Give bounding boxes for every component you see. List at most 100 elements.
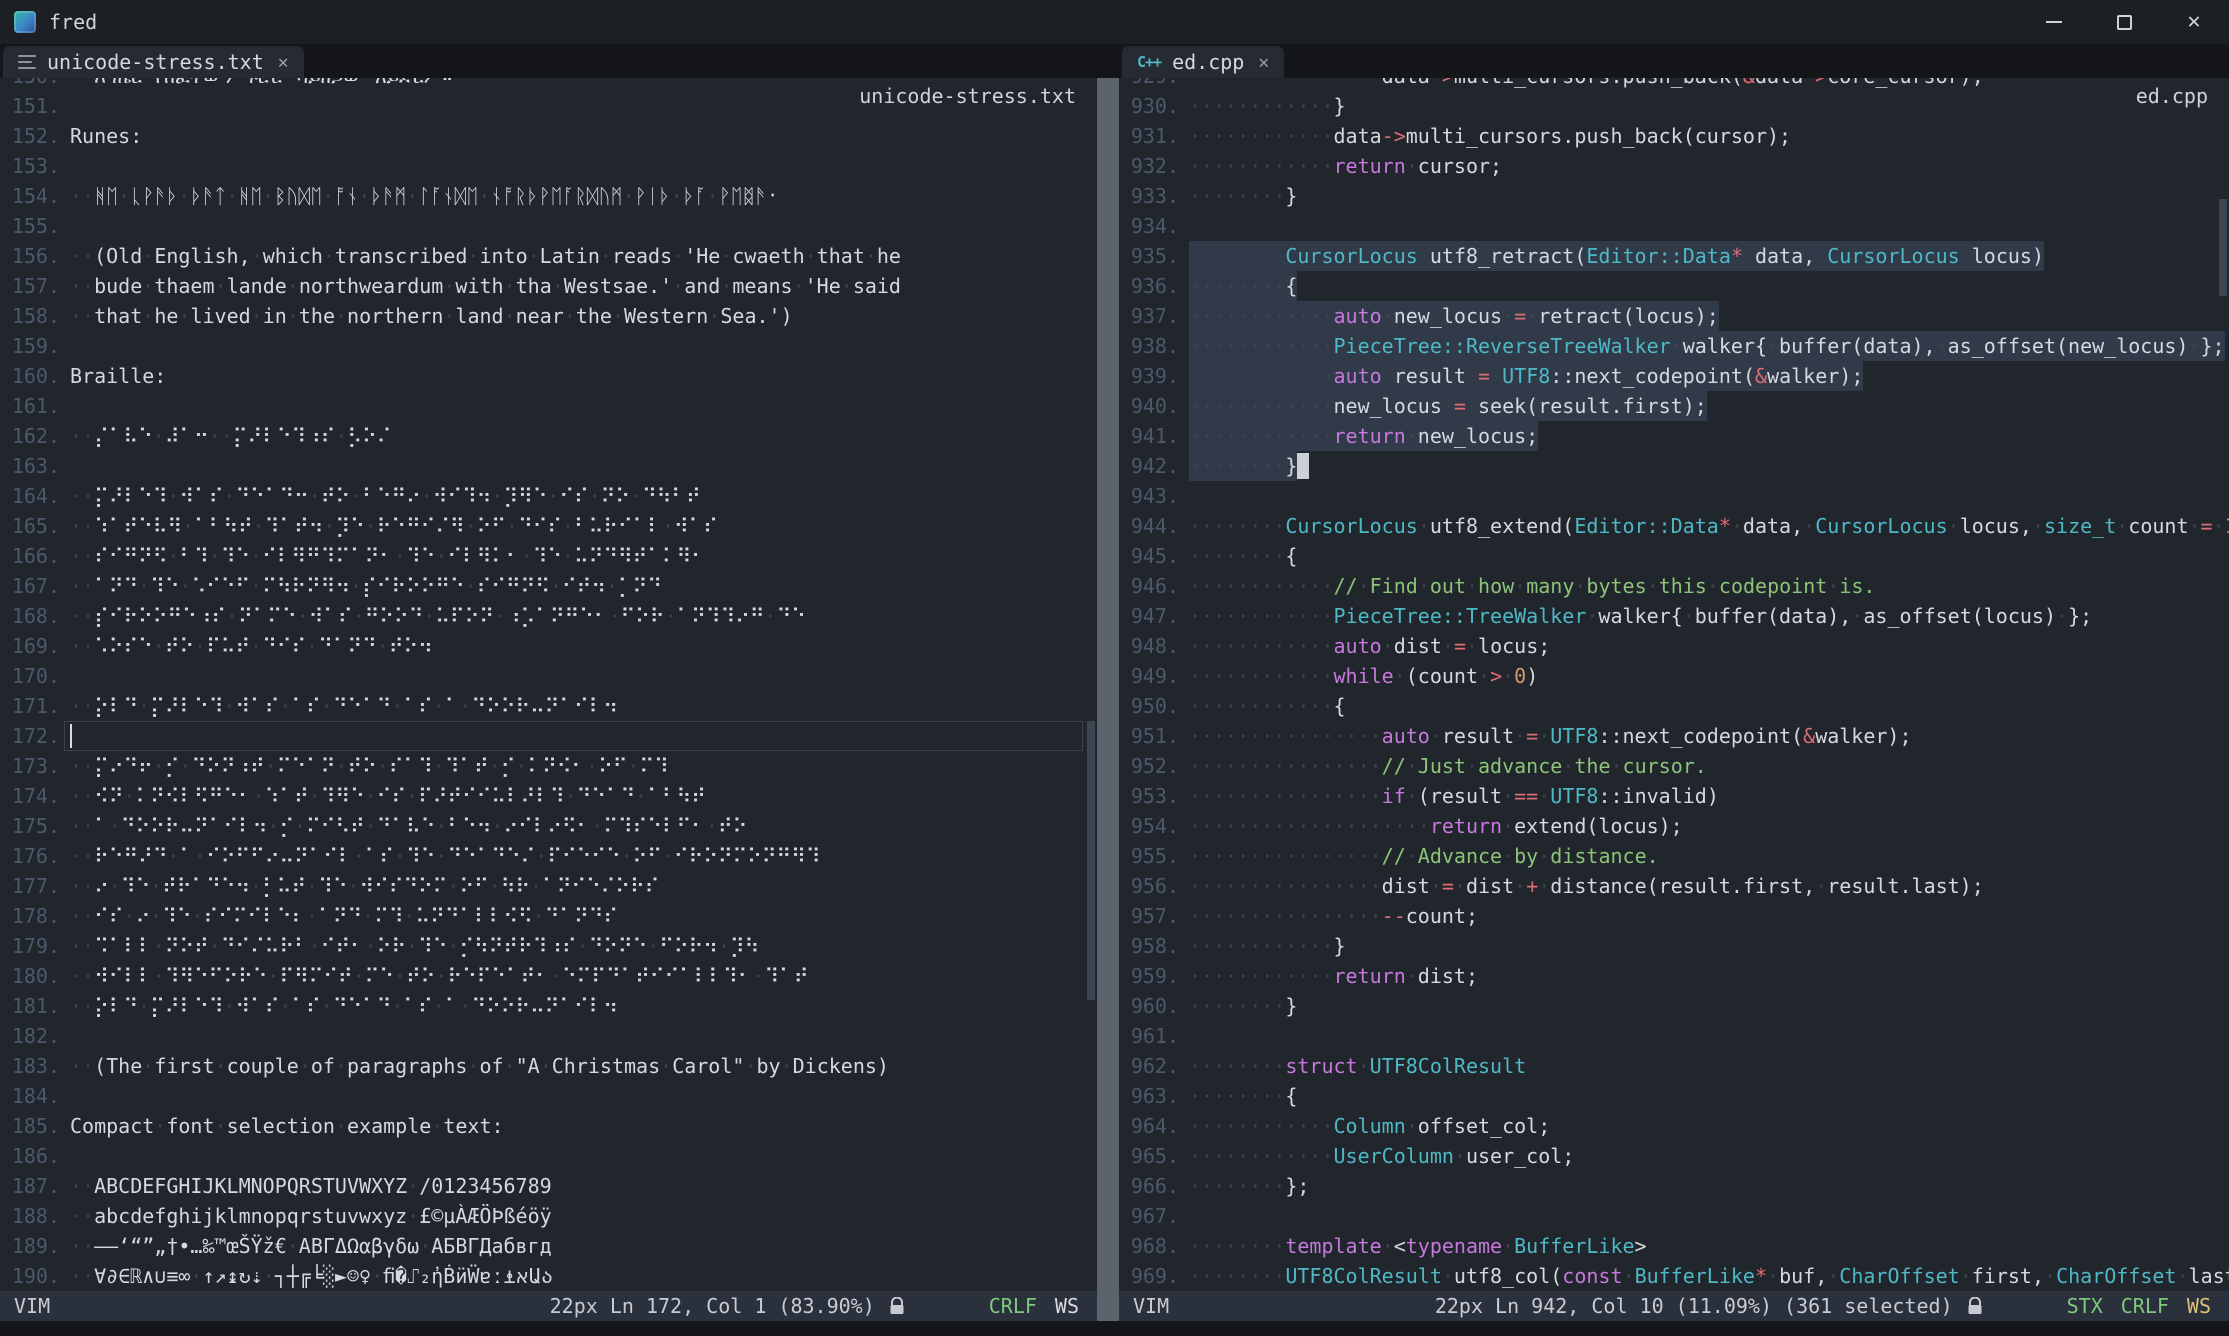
code-line-930[interactable]: 930.············} (1119, 91, 2229, 121)
code-line-944[interactable]: 944.········CursorLocus·utf8_extend(Edit… (1119, 511, 2229, 541)
code-line-158[interactable]: 158.··that·he·lived·in·the·northern·land… (0, 301, 1097, 331)
lock-icon[interactable] (889, 1297, 905, 1316)
code-line-154[interactable]: 154.··ᚻᛖ·ᚳᚹᚫᚦ·ᚦᚫᛏ·ᚻᛖ·ᛒᚢᛞᛖ·ᚩᚾ·ᚦᚫᛗ·ᛚᚪᚾᛞᛖ·ᚾ… (0, 181, 1097, 211)
close-button[interactable]: ✕ (2159, 0, 2229, 44)
code-line-164[interactable]: 164.··⡍⠜⠇⠑⠹·⠺⠁⠎·⠙⠑⠁⠙⠒·⠞⠕·⠃⠑⠛⠔·⠺⠊⠹⠲·⡹⠻⠑·⠊… (0, 481, 1097, 511)
scrollbar-thumb-left[interactable] (1087, 721, 1095, 1000)
code-line-961[interactable]: 961. (1119, 1021, 2229, 1051)
tab-close-icon[interactable]: ✕ (278, 52, 289, 73)
code-line-933[interactable]: 933.········} (1119, 181, 2229, 211)
code-line-940[interactable]: 940.············new_locus·=·seek(result.… (1119, 391, 2229, 421)
status-flag-ws[interactable]: WS (1055, 1294, 1079, 1318)
code-line-968[interactable]: 968.········template·<typename·BufferLik… (1119, 1231, 2229, 1261)
code-line-936[interactable]: 936.········{ (1119, 271, 2229, 301)
code-line-168[interactable]: 168.··⡎⠊⠗⠕⠕⠛⠑⠰⠎·⠝⠁⠍⠑·⠺⠁⠎·⠛⠕⠕⠙·⠥⠏⠕⠝·⠰⡡⠁⠝⠛… (0, 601, 1097, 631)
code-line-941[interactable]: 941.············return·new_locus; (1119, 421, 2229, 451)
code-line-948[interactable]: 948.············auto·dist·=·locus; (1119, 631, 2229, 661)
code-line-965[interactable]: 965.············UserColumn·user_col; (1119, 1141, 2229, 1171)
code-line-160[interactable]: 160.Braille: (0, 361, 1097, 391)
code-line-185[interactable]: 185.Compact·font·selection·example·text: (0, 1111, 1097, 1141)
code-line-947[interactable]: 947.············PieceTree::TreeWalker·wa… (1119, 601, 2229, 631)
tab-ed-cpp[interactable]: C++ ed.cpp ✕ (1122, 46, 1284, 78)
code-line-945[interactable]: 945.········{ (1119, 541, 2229, 571)
status-flag-ws[interactable]: WS (2187, 1294, 2211, 1318)
code-line-952[interactable]: 952.················//·Just·advance·the·… (1119, 751, 2229, 781)
code-line-960[interactable]: 960.········} (1119, 991, 2229, 1021)
code-line-937[interactable]: 937.············auto·new_locus·=·retract… (1119, 301, 2229, 331)
editor-right[interactable]: 929.················data->multi_cursors.… (1119, 78, 2229, 1291)
code-line-932[interactable]: 932.············return·cursor; (1119, 151, 2229, 181)
code-line-964[interactable]: 964.············Column·offset_col; (1119, 1111, 2229, 1141)
tab-close-icon[interactable]: ✕ (1258, 52, 1269, 73)
code-line-179[interactable]: 179.··⠩⠁⠇⠇·⠝⠕⠞·⠙⠊⠌⠥⠗⠃·⠊⠞⠂·⠕⠗·⠹⠑·⡊⠳⠝⠞⠗⠹⠰⠎… (0, 931, 1097, 961)
code-line-962[interactable]: 962.········struct·UTF8ColResult (1119, 1051, 2229, 1081)
scrollbar-right[interactable] (2217, 78, 2229, 1291)
code-line-938[interactable]: 938.············PieceTree::ReverseTreeWa… (1119, 331, 2229, 361)
code-line-967[interactable]: 967. (1119, 1201, 2229, 1231)
code-line-153[interactable]: 153. (0, 151, 1097, 181)
code-line-172[interactable]: 172. (0, 721, 1097, 751)
code-line-155[interactable]: 155. (0, 211, 1097, 241)
code-line-163[interactable]: 163. (0, 451, 1097, 481)
code-line-958[interactable]: 958.············} (1119, 931, 2229, 961)
code-line-934[interactable]: 934. (1119, 211, 2229, 241)
code-line-966[interactable]: 966.········}; (1119, 1171, 2229, 1201)
code-line-963[interactable]: 963.········{ (1119, 1081, 2229, 1111)
code-line-162[interactable]: 162.··⡌⠁⠧⠑·⠼⠁⠒··⡍⠜⠇⠑⠹⠰⠎·⡣⠕⠌ (0, 421, 1097, 451)
code-line-167[interactable]: 167.··⠁⠝⠙·⠹⠑·⠡⠊⠑⠋·⠍⠳⠗⠝⠻⠲·⡎⠊⠗⠕⠕⠛⠑·⠎⠊⠛⠝⠫·⠊… (0, 571, 1097, 601)
code-line-953[interactable]: 953.················if·(result·==·UTF8::… (1119, 781, 2229, 811)
code-line-951[interactable]: 951.················auto·result·=·UTF8::… (1119, 721, 2229, 751)
code-line-939[interactable]: 939.············auto·result·=·UTF8::next… (1119, 361, 2229, 391)
code-line-173[interactable]: 173.··⡍⠔⠙⠖·⡊·⠙⠕⠝⠰⠞·⠍⠑⠁⠝·⠞⠕·⠎⠁⠹·⠹⠁⠞·⡊·⠅⠝⠪… (0, 751, 1097, 781)
code-line-152[interactable]: 152.Runes: (0, 121, 1097, 151)
code-line-949[interactable]: 949.············while·(count·>·0) (1119, 661, 2229, 691)
code-line-181[interactable]: 181.··⡕⠇⠙·⡍⠜⠇⠑⠹·⠺⠁⠎·⠁⠎·⠙⠑⠁⠙·⠁⠎·⠁·⠙⠕⠕⠗⠤⠝⠁… (0, 991, 1097, 1021)
minimize-button[interactable] (2019, 0, 2089, 44)
code-line-177[interactable]: 177.··⠔·⠹⠑·⠞⠗⠁⠙⠑⠲·⡃⠥⠞·⠹⠑·⠺⠊⠎⠙⠕⠍·⠕⠋·⠳⠗·⠁⠝… (0, 871, 1097, 901)
code-line-182[interactable]: 182. (0, 1021, 1097, 1051)
code-line-190[interactable]: 190.··∀∂∈ℝ∧∪≡∞·↑↗↨↻⇣·┐┼╔╘░►☺♀·ﬁ�⑀₂ἠḂӥẄɐː… (0, 1261, 1097, 1291)
maximize-button[interactable] (2089, 0, 2159, 44)
code-line-176[interactable]: 176.··⠗⠑⠛⠜⠙·⠁·⠊⠕⠋⠋⠔⠤⠝⠁⠊⠇·⠁⠎·⠹⠑·⠙⠑⠁⠙⠑⠌·⠏⠊… (0, 841, 1097, 871)
code-line-186[interactable]: 186. (0, 1141, 1097, 1171)
code-line-959[interactable]: 959.············return·dist; (1119, 961, 2229, 991)
pane-splitter[interactable] (1097, 44, 1119, 1321)
scrollbar-thumb-right[interactable] (2219, 199, 2227, 296)
editor-left[interactable]: 150.··እግዜር·የከፈተውን·ጉሮሮ·ሳይዘጋው·አይድርም።151.15… (0, 78, 1097, 1291)
code-line-183[interactable]: 183.··(The·first·couple·of·paragraphs·of… (0, 1051, 1097, 1081)
code-line-166[interactable]: 166.··⠎⠊⠛⠝⠫·⠃⠹·⠹⠑·⠊⠇⠻⠛⠹⠍⠁⠝⠂·⠹⠑·⠊⠇⠻⠅⠂·⠹⠑·… (0, 541, 1097, 571)
code-line-929[interactable]: 929.················data->multi_cursors.… (1119, 78, 2229, 91)
status-flag-crlf[interactable]: CRLF (989, 1294, 1037, 1318)
code-line-935[interactable]: 935.········CursorLocus·utf8_retract(Edi… (1119, 241, 2229, 271)
tab-unicode-stress-txt[interactable]: unicode-stress.txt ✕ (3, 46, 304, 78)
code-line-169[interactable]: 169.··⠡⠕⠎⠑·⠞⠕·⠏⠥⠞·⠙⠊⠎·⠙⠁⠝⠙·⠞⠕⠲ (0, 631, 1097, 661)
code-line-171[interactable]: 171.··⡕⠇⠙·⡍⠜⠇⠑⠹·⠺⠁⠎·⠁⠎·⠙⠑⠁⠙·⠁⠎·⠁·⠙⠕⠕⠗⠤⠝⠁… (0, 691, 1097, 721)
code-line-187[interactable]: 187.··ABCDEFGHIJKLMNOPQRSTUVWXYZ·/012345… (0, 1171, 1097, 1201)
code-line-950[interactable]: 950.············{ (1119, 691, 2229, 721)
code-line-156[interactable]: 156.··(Old·English,·which·transcribed·in… (0, 241, 1097, 271)
code-line-931[interactable]: 931.············data->multi_cursors.push… (1119, 121, 2229, 151)
code-line-157[interactable]: 157.··bude·thaem·lande·northweardum·with… (0, 271, 1097, 301)
titlebar[interactable]: fred ✕ (0, 0, 2229, 44)
code-line-957[interactable]: 957.················--count; (1119, 901, 2229, 931)
code-line-942[interactable]: 942.········} (1119, 451, 2229, 481)
code-line-165[interactable]: 165.··⠱⠁⠞⠑⠧⠻·⠁⠃⠳⠞·⠹⠁⠞⠲·⡹⠑·⠗⠑⠛⠊⠌⠻·⠕⠋·⠙⠊⠎·… (0, 511, 1097, 541)
code-line-170[interactable]: 170. (0, 661, 1097, 691)
code-line-943[interactable]: 943. (1119, 481, 2229, 511)
code-line-955[interactable]: 955.················//·Advance·by·distan… (1119, 841, 2229, 871)
lock-icon[interactable] (1967, 1297, 1983, 1316)
status-flag-crlf[interactable]: CRLF (2121, 1294, 2169, 1318)
code-line-946[interactable]: 946.············//·Find·out·how·many·byt… (1119, 571, 2229, 601)
code-line-956[interactable]: 956.················dist·=·dist·+·distan… (1119, 871, 2229, 901)
code-line-180[interactable]: 180.··⠺⠊⠇⠇·⠹⠻⠑⠋⠕⠗⠑·⠏⠻⠍⠊⠞·⠍⠑·⠞⠕·⠗⠑⠏⠑⠁⠞⠂·⠑… (0, 961, 1097, 991)
code-line-184[interactable]: 184. (0, 1081, 1097, 1111)
code-line-189[interactable]: 189.··–—‘“”„†•…‰™œŠŸž€·ΑΒΓΔΩαβγδω·АБВГДа… (0, 1231, 1097, 1261)
code-line-174[interactable]: 174.··⠪⠝·⠅⠝⠪⠇⠫⠛⠑⠂·⠱⠁⠞·⠹⠻⠑·⠊⠎·⠏⠜⠞⠊⠊⠥⠇⠜⠇⠹·… (0, 781, 1097, 811)
code-line-954[interactable]: 954.····················return·extend(lo… (1119, 811, 2229, 841)
code-line-178[interactable]: 178.··⠊⠎·⠔·⠹⠑·⠎⠊⠍⠊⠇⠑⠆·⠁⠝⠙·⠍⠹·⠥⠝⠙⠁⠇⠇⠪⠫·⠙⠁… (0, 901, 1097, 931)
scrollbar-left[interactable] (1085, 78, 1097, 1291)
code-line-175[interactable]: 175.··⠁·⠙⠕⠕⠗⠤⠝⠁⠊⠇⠲·⡊·⠍⠊⠣⠞·⠙⠁⠧⠑·⠃⠑⠲·⠔⠊⠇⠔⠫… (0, 811, 1097, 841)
status-flag-stx[interactable]: STX (2067, 1294, 2103, 1318)
code-line-188[interactable]: 188.··abcdefghijklmnopqrstuvwxyz·£©µÀÆÖÞ… (0, 1201, 1097, 1231)
code-line-161[interactable]: 161. (0, 391, 1097, 421)
